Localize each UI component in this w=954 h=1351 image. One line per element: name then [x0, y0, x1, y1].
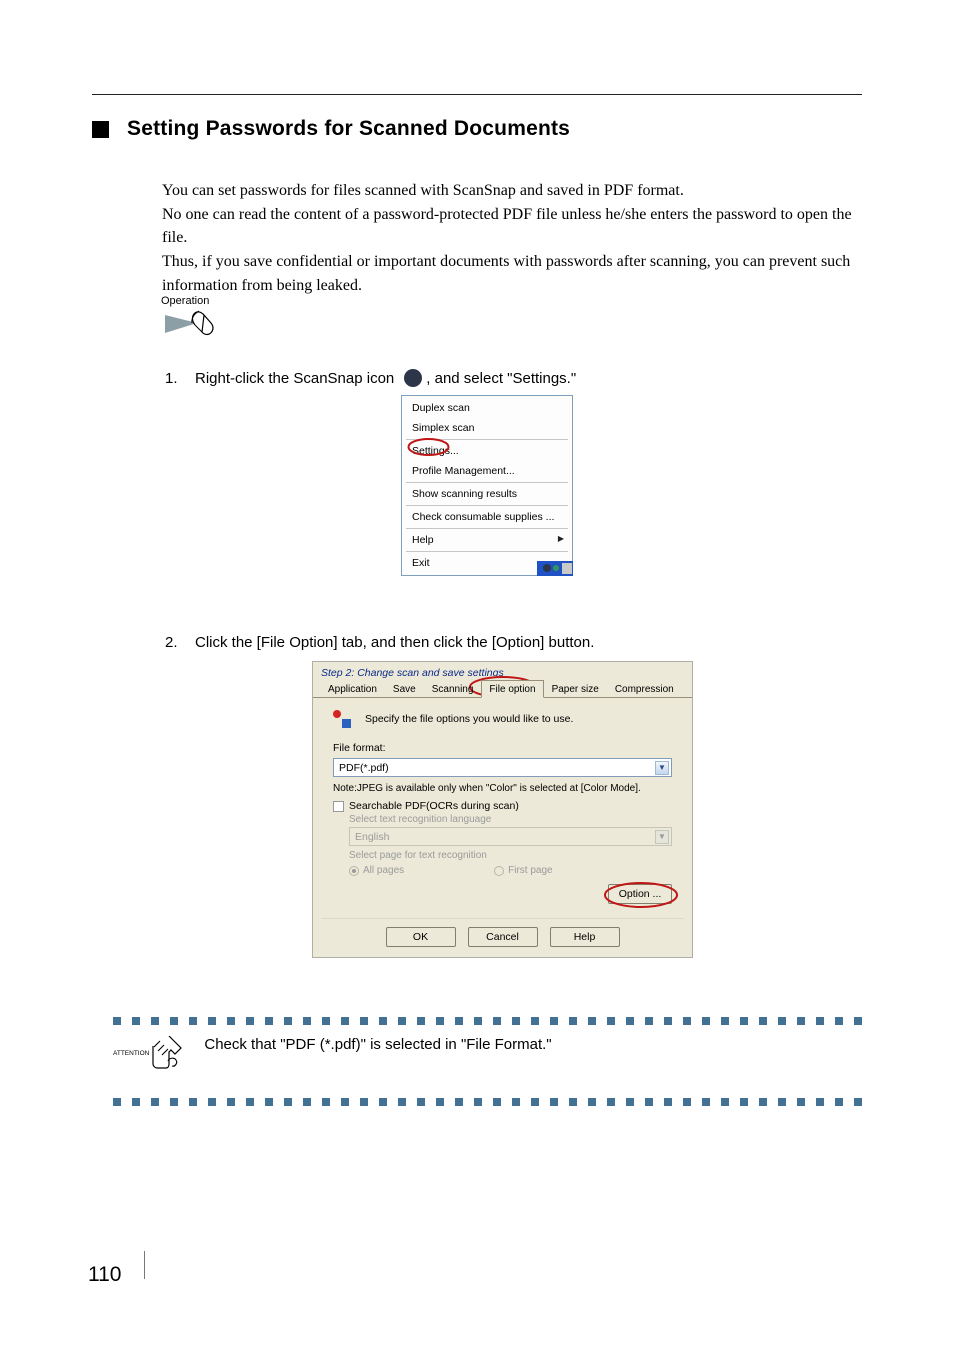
operation-mouse-icon — [161, 309, 217, 349]
dialog-button-row: OK Cancel Help — [321, 918, 684, 947]
menu-show-scanning-results[interactable]: Show scanning results — [403, 484, 571, 504]
page-number-rule — [144, 1251, 145, 1279]
tab-paper-size[interactable]: Paper size — [544, 680, 607, 698]
heading-bullet-icon — [92, 121, 109, 138]
operation-label: Operation — [161, 295, 209, 307]
attention-label: ATTENTION — [113, 1050, 149, 1057]
step-1: 1. Right-click the ScanSnap icon , and s… — [165, 369, 576, 387]
context-menu: Duplex scan Simplex scan Settings... Pro… — [401, 395, 573, 576]
chevron-down-icon: ▼ — [655, 761, 669, 775]
ok-button[interactable]: OK — [386, 927, 456, 947]
menu-help[interactable]: Help — [403, 530, 571, 550]
systray-corner-icon — [537, 561, 573, 576]
page-recognition-radios: All pages First page — [313, 863, 692, 880]
menu-separator — [406, 528, 568, 529]
searchable-pdf-label: Searchable PDF(OCRs during scan) — [349, 800, 519, 812]
dotted-rule — [113, 1017, 863, 1025]
help-button[interactable]: Help — [550, 927, 620, 947]
option-button[interactable]: Option ... — [608, 884, 672, 904]
section-heading: Setting Passwords for Scanned Documents — [92, 117, 570, 141]
chevron-down-icon: ▼ — [655, 830, 669, 844]
step-1-number: 1. — [165, 370, 195, 387]
menu-separator — [406, 482, 568, 483]
radio-all-pages: All pages — [349, 865, 404, 876]
file-format-label: File format: — [313, 738, 692, 756]
step-2: 2. Click the [File Option] tab, and then… — [165, 634, 594, 651]
menu-profile-management[interactable]: Profile Management... — [403, 461, 571, 481]
jpeg-note: Note:JPEG is available only when "Color"… — [313, 779, 692, 798]
page-recognition-label: Select page for text recognition — [313, 850, 692, 863]
step-2-text: Click the [File Option] tab, and then cl… — [195, 634, 594, 651]
file-format-select[interactable]: PDF(*.pdf) ▼ — [333, 758, 672, 777]
heading-text: Setting Passwords for Scanned Documents — [127, 117, 570, 141]
language-label: Select text recognition language — [313, 814, 692, 827]
menu-settings[interactable]: Settings... — [403, 441, 571, 461]
specify-label: Specify the file options you would like … — [365, 713, 573, 725]
tab-save[interactable]: Save — [385, 680, 424, 698]
settings-dialog: Step 2: Change scan and save settings Ap… — [312, 661, 693, 958]
file-format-value: PDF(*.pdf) — [339, 762, 389, 774]
menu-check-consumable[interactable]: Check consumable supplies ... — [403, 507, 571, 527]
annotation-circle-icon — [603, 881, 679, 909]
tab-compression[interactable]: Compression — [607, 680, 682, 698]
attention-block: ATTENTION Check that "PDF (*.pdf)" is se… — [113, 1017, 863, 1106]
cancel-button[interactable]: Cancel — [468, 927, 538, 947]
dialog-tab-strip: Application Save Scanning File option Pa… — [313, 679, 692, 698]
body-paragraph: You can set passwords for files scanned … — [162, 179, 862, 297]
step-1-post: , and select "Settings." — [426, 370, 576, 387]
tab-application[interactable]: Application — [320, 680, 385, 698]
annotation-circle-icon — [407, 438, 450, 456]
menu-separator — [406, 551, 568, 552]
step-2-number: 2. — [165, 634, 195, 651]
menu-simplex-scan[interactable]: Simplex scan — [403, 418, 571, 438]
scansnap-tray-icon — [404, 369, 422, 387]
checkbox-icon[interactable] — [333, 801, 344, 812]
language-select: English ▼ — [349, 827, 672, 846]
tab-file-option[interactable]: File option — [481, 680, 543, 698]
attention-text: Check that "PDF (*.pdf)" is selected in … — [204, 1036, 551, 1053]
radio-first-page: First page — [494, 865, 552, 876]
language-value: English — [355, 831, 389, 843]
dotted-rule — [113, 1098, 863, 1106]
attention-hand-icon — [150, 1036, 186, 1070]
page-number: 110 — [88, 1263, 121, 1287]
file-option-icon — [333, 710, 351, 728]
menu-duplex-scan[interactable]: Duplex scan — [403, 398, 571, 418]
tab-scanning[interactable]: Scanning — [424, 680, 482, 698]
menu-separator — [406, 505, 568, 506]
page-header-rule — [92, 94, 862, 95]
searchable-pdf-row[interactable]: Searchable PDF(OCRs during scan) — [313, 798, 692, 814]
operation-badge: Operation — [161, 291, 217, 349]
step-1-pre: Right-click the ScanSnap icon — [195, 370, 394, 387]
